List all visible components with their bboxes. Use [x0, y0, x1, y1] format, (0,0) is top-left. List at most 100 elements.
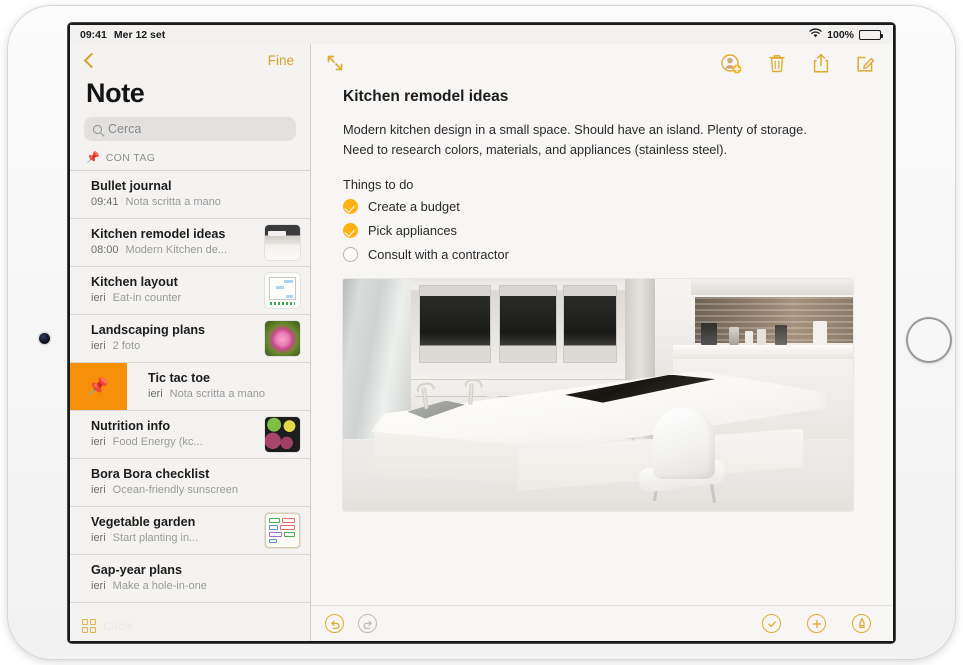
checkbox-unchecked-icon[interactable]: [343, 247, 358, 263]
kitchen-photo[interactable]: [343, 278, 853, 511]
status-bar: 09:41 Mer 12 set 100%: [70, 25, 893, 44]
checklist-heading: Things to do: [343, 176, 414, 192]
note-item-meta: ieri Eat-in counter: [91, 291, 257, 307]
split-view: Fine Note Cerca 📌 CON TAG Bullet journal…: [70, 44, 893, 641]
status-bar-left: 09:41 Mer 12 set: [80, 29, 165, 41]
note-item-meta: 08:00 Modern Kitchen de...: [91, 243, 257, 259]
notes-sidebar: Fine Note Cerca 📌 CON TAG Bullet journal…: [70, 44, 311, 641]
checkbox-checked-icon[interactable]: [343, 199, 358, 215]
note-toolbar-actions: [721, 53, 875, 74]
undo-icon[interactable]: [325, 614, 344, 633]
note-list-item[interactable]: Nutrition info ieri Food Energy (kc...: [70, 411, 310, 459]
expand-arrows-icon[interactable]: [325, 53, 345, 73]
note-item-title: Kitchen layout: [91, 275, 178, 290]
checklist-item-label: Create a budget: [368, 199, 460, 215]
note-item-meta: ieri Make a hole-in-one: [91, 579, 292, 595]
compose-icon[interactable]: [856, 54, 875, 73]
note-list[interactable]: Bullet journal 09:41 Nota scritta a mano Ki…: [70, 170, 310, 611]
note-thumbnail: [265, 417, 300, 452]
share-icon[interactable]: [812, 53, 830, 74]
battery-percent: 100%: [827, 28, 854, 41]
note-item-snippet: Start planting in...: [112, 532, 199, 545]
note-item-text: Bora Bora checklist ieri Ocean-friendly su…: [91, 466, 300, 499]
note-item-snippet: Ocean-friendly sunscreen: [112, 484, 239, 497]
status-date: Mer 12 set: [113, 28, 166, 41]
note-content[interactable]: Kitchen remodel ideas Modern kitchen des…: [311, 82, 893, 605]
done-button[interactable]: Fine: [268, 53, 294, 68]
note-item-meta: ieri Ocean-friendly sunscreen: [91, 483, 292, 499]
undo-redo-group: [325, 614, 377, 633]
note-item-text: Vegetable garden ieri Start planting in...: [91, 514, 265, 547]
redo-icon[interactable]: [358, 614, 377, 633]
checklist-icon[interactable]: [762, 614, 781, 633]
search-input[interactable]: Cerca: [84, 117, 296, 141]
page-title: Note: [86, 78, 145, 108]
note-item-meta: ieri 2 foto: [91, 339, 257, 355]
wifi-icon: [809, 28, 822, 41]
add-collaborator-icon[interactable]: [721, 53, 742, 74]
note-bottom-toolbar: [311, 605, 893, 641]
note-item-time: ieri: [91, 436, 106, 449]
note-item-meta: ieri Start planting in...: [91, 531, 257, 547]
home-button[interactable]: [906, 317, 952, 363]
status-time: 09:41: [80, 28, 107, 41]
note-paragraph-1: Modern kitchen design in a small space. …: [343, 122, 807, 137]
checkbox-checked-icon[interactable]: [343, 223, 358, 239]
note-item-time: ieri: [91, 484, 106, 497]
section-header-tagged: 📌 CON TAG: [70, 149, 310, 170]
note-list-item[interactable]: 📌 Tic tac toe ieri Nota scritta a mano: [70, 363, 310, 411]
note-thumbnail: [265, 273, 300, 308]
note-item-title: Tic tac toe: [148, 371, 211, 386]
note-item-title: Kitchen remodel ideas: [91, 227, 226, 242]
note-list-item[interactable]: Landscaping plans ieri 2 foto: [70, 315, 310, 363]
note-item-snippet: Nota scritta a mano: [169, 388, 266, 401]
markup-pen-icon[interactable]: [852, 614, 871, 633]
sidebar-nav-bar: Fine: [70, 44, 310, 76]
chevron-left-icon[interactable]: [83, 52, 100, 68]
checklist-item[interactable]: Create a budget: [343, 195, 865, 219]
note-item-text: Kitchen remodel ideas 08:00 Modern Kitchen…: [91, 226, 265, 259]
pin-icon: 📌: [86, 151, 100, 164]
note-actions-group: [762, 614, 871, 633]
note-item-title: Landscaping plans: [91, 323, 206, 338]
note-item-time: ieri: [148, 388, 163, 401]
note-item-meta: 09:41 Nota scritta a mano: [91, 195, 292, 211]
screen: 09:41 Mer 12 set 100% Fine Note Cerca 📌 …: [70, 25, 893, 641]
checklist-item-label: Pick appliances: [368, 223, 457, 239]
note-item-time: 09:41: [91, 196, 119, 209]
note-item-text: Landscaping plans ieri 2 foto: [91, 322, 265, 355]
note-list-item[interactable]: Gap-year plans ieri Make a hole-in-one: [70, 555, 310, 603]
sidebar-footer: Circle: [70, 611, 310, 641]
note-toolbar: [311, 44, 893, 82]
note-item-snippet: Eat-in counter: [112, 292, 182, 305]
pin-swipe-action[interactable]: 📌: [70, 363, 127, 410]
checklist-item[interactable]: Pick appliances: [343, 219, 865, 243]
note-item-text: Tic tac toe ieri Nota scritta a mano: [127, 370, 300, 403]
checklist-item[interactable]: Consult with a contractor: [343, 243, 865, 267]
note-item-time: ieri: [91, 292, 106, 305]
ipad-device-frame: 09:41 Mer 12 set 100% Fine Note Cerca 📌 …: [8, 6, 955, 659]
note-item-title: Gap-year plans: [91, 563, 182, 578]
plus-icon[interactable]: [807, 614, 826, 633]
note-detail-pane: Kitchen remodel ideas Modern kitchen des…: [311, 44, 893, 641]
note-item-text: Nutrition info ieri Food Energy (kc...: [91, 418, 265, 451]
note-list-item[interactable]: Vegetable garden ieri Start planting in...: [70, 507, 310, 555]
note-list-item[interactable]: Kitchen remodel ideas 08:00 Modern Kitchen…: [70, 219, 310, 267]
note-item-text: Gap-year plans ieri Make a hole-in-one: [91, 562, 300, 595]
note-list-item[interactable]: Bora Bora checklist ieri Ocean-friendly su…: [70, 459, 310, 507]
note-thumbnail: [265, 513, 300, 548]
battery-icon: [859, 29, 883, 40]
grid-view-icon[interactable]: [82, 619, 96, 633]
note-thumbnail: [265, 225, 300, 260]
note-list-item[interactable]: Kitchen layout ieri Eat-in counter: [70, 267, 310, 315]
note-item-snippet: Make a hole-in-one: [112, 580, 207, 593]
note-item-time: ieri: [91, 340, 106, 353]
note-title: Kitchen remodel ideas: [343, 88, 509, 105]
note-thumbnail: [265, 321, 300, 356]
trash-icon[interactable]: [768, 53, 786, 73]
note-item-title: Bullet journal: [91, 179, 172, 194]
note-item-title: Vegetable garden: [91, 515, 196, 530]
search-container: Cerca: [70, 117, 310, 149]
note-list-item[interactable]: Bullet journal 09:41 Nota scritta a mano: [70, 171, 310, 219]
note-item-snippet: Food Energy (kc...: [112, 436, 203, 449]
